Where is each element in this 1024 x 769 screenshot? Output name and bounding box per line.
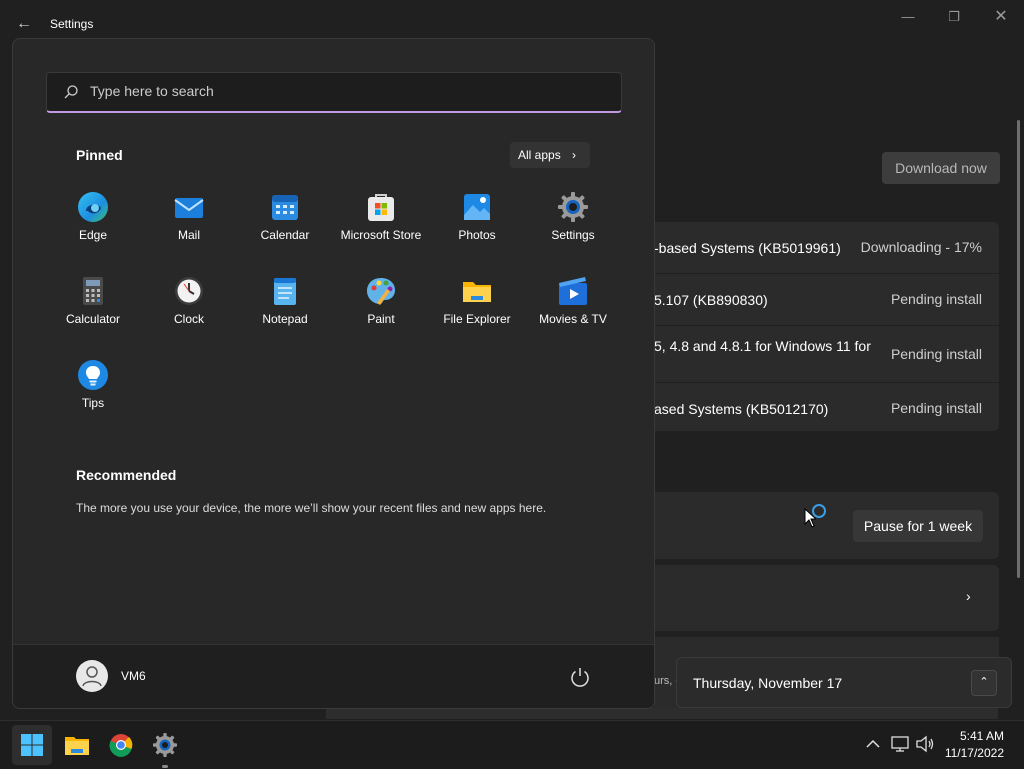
movies-icon [559,277,587,305]
updates-list: -based Systems (KB5019961) Downloading -… [654,222,999,431]
update-status: Downloading - 17% [860,239,982,255]
update-name: 5.107 (KB890830) [654,292,768,308]
pinned-app-file-explorer[interactable]: File Explorer [429,275,525,351]
pinned-heading: Pinned [76,147,123,163]
pinned-app-edge[interactable]: Edge [45,191,141,267]
app-label: Settings [551,228,595,242]
user-icon [82,666,102,687]
search-placeholder: Type here to search [90,83,214,99]
update-row: 5.107 (KB890830) Pending install [654,274,999,326]
start-button[interactable] [12,725,52,765]
pinned-app-tips[interactable]: Tips [45,359,141,435]
app-label: Tips [81,396,105,410]
recommended-heading: Recommended [76,467,177,483]
maximize-icon[interactable]: ❐ [931,6,977,28]
search-icon [64,85,78,99]
store-icon [368,194,394,221]
app-label: Edge [78,228,108,242]
app-label: Mail [177,228,200,242]
update-row: -based Systems (KB5019961) Downloading -… [654,222,999,274]
calendar-icon [272,195,298,220]
start-menu: Type here to search Pinned All apps › Ed… [12,38,655,709]
pinned-app-calculator[interactable]: Calculator [45,275,141,351]
chevron-right-icon: › [966,588,971,604]
network-icon[interactable] [889,733,911,755]
edge-icon [78,192,108,222]
update-status: Pending install [890,400,982,416]
taskbar-settings[interactable] [145,725,185,765]
download-now-button[interactable]: Download now [882,152,1000,184]
clock-icon [175,277,203,305]
all-apps-button[interactable]: All apps › [510,142,590,168]
taskbar-file-explorer[interactable] [57,725,97,765]
settings-icon [153,733,177,757]
file-explorer-icon [65,737,89,755]
paint-icon [367,278,395,305]
app-label: Calculator [65,312,121,326]
pause-updates-button[interactable]: Pause for 1 week [853,510,983,542]
taskbar: 5:41 AM 11/17/2022 [0,720,1024,769]
app-label: Clock [173,312,204,326]
chevron-right-icon: › [572,148,576,162]
update-row: 5, 4.8 and 4.8.1 for Windows 11 for Pend… [654,326,999,383]
pinned-app-movies-tv[interactable]: Movies & TV [525,275,621,351]
avatar[interactable] [76,660,108,692]
app-label: Microsoft Store [340,228,422,242]
update-row: ased Systems (KB5012170) Pending install [654,383,999,434]
calendar-date: Thursday, November 17 [693,675,843,691]
folder-icon [463,282,491,302]
power-icon[interactable] [568,665,592,689]
start-icon [21,734,43,756]
window-title: Settings [50,17,94,31]
pinned-app-calendar[interactable]: Calendar [237,191,333,267]
update-status: Pending install [890,346,982,362]
notepad-icon [274,278,296,305]
all-apps-label: All apps [518,148,561,162]
scrollbar[interactable] [1017,120,1020,578]
chevron-up-icon[interactable]: ⌃ [971,670,997,696]
calendar-flyout: Thursday, November 17 ⌃ [676,657,1012,708]
mouse-cursor-icon [804,508,816,528]
pinned-app-notepad[interactable]: Notepad [237,275,333,351]
app-label: Photos [458,228,496,242]
settings-icon [558,192,588,222]
user-name[interactable]: VM6 [121,669,146,683]
recommended-empty-text: The more you use your device, the more w… [76,501,547,515]
search-input[interactable]: Type here to search [46,72,622,113]
clock-time[interactable]: 5:41 AM [930,729,1004,743]
update-name: 5, 4.8 and 4.8.1 for Windows 11 for [654,338,871,354]
update-name: -based Systems (KB5019961) [654,240,841,256]
update-name: ased Systems (KB5012170) [654,401,829,417]
taskbar-chrome[interactable] [101,725,141,765]
photos-icon [464,194,490,220]
pinned-app-settings[interactable]: Settings [525,191,621,267]
chevron-up-icon[interactable] [862,733,884,755]
chrome-icon [109,734,133,757]
update-option-card[interactable] [654,565,999,631]
app-label: Paint [367,312,395,326]
pinned-app-microsoft-store[interactable]: Microsoft Store [333,191,429,267]
pinned-app-paint[interactable]: Paint [333,275,429,351]
update-status: Pending install [890,291,982,307]
app-label: Calendar [260,228,310,242]
pinned-app-clock[interactable]: Clock [141,275,237,351]
calculator-icon [83,277,103,305]
mail-icon [174,198,204,218]
clock-date[interactable]: 11/17/2022 [930,746,1004,760]
minimize-icon[interactable]: — [885,6,931,28]
pinned-app-photos[interactable]: Photos [429,191,525,267]
app-label: File Explorer [443,312,511,326]
app-label: Notepad [262,312,308,326]
tips-icon [78,360,108,390]
user-bar: VM6 [13,644,654,708]
pinned-app-mail[interactable]: Mail [141,191,237,267]
back-arrow-icon[interactable]: ← [14,14,34,34]
close-icon[interactable]: ✕ [978,6,1024,28]
app-label: Movies & TV [539,312,607,326]
